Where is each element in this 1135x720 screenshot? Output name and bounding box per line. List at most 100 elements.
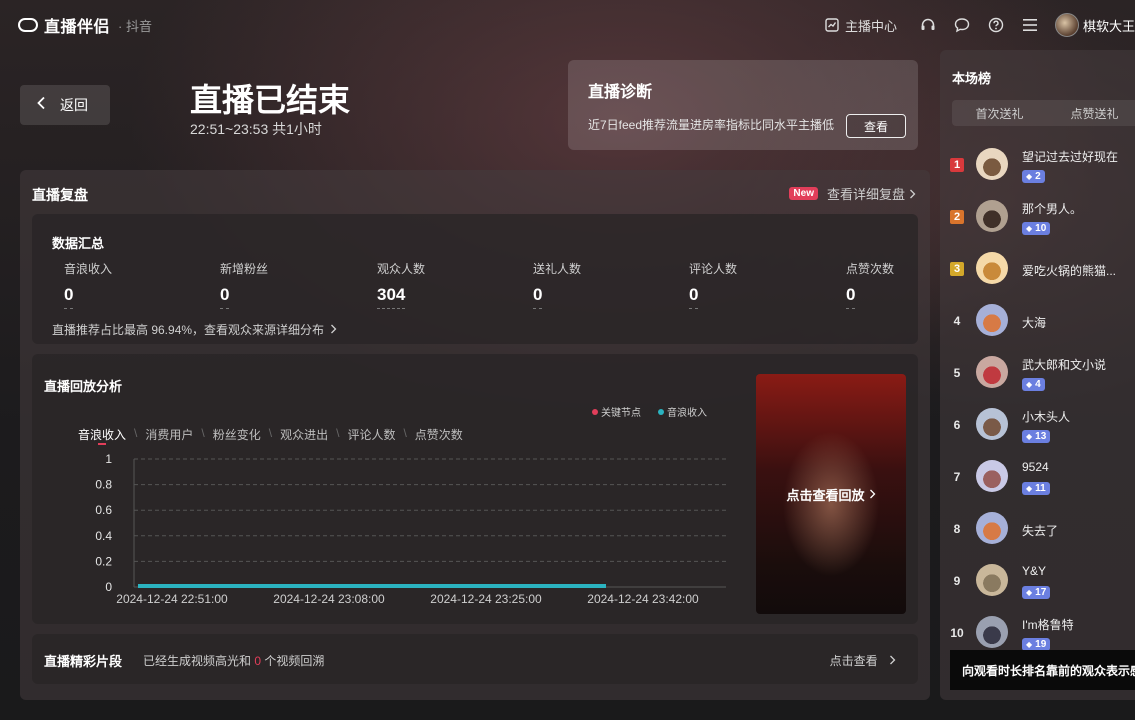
- tab-like-gift[interactable]: 点赞送礼: [1047, 105, 1135, 122]
- rank-user-name[interactable]: 大海: [1022, 314, 1046, 331]
- highlights-desc-pre: 已经生成视频高光和: [143, 654, 252, 668]
- chart-icon: [825, 18, 839, 32]
- rank-user-name[interactable]: 那个男人。: [1022, 200, 1082, 217]
- ranking-row[interactable]: 7 9524 ◆ 11: [950, 456, 1135, 508]
- diamond-icon: ◆: [1026, 484, 1033, 493]
- review-panel: 直播复盘 New 查看详细复盘 数据汇总 音浪收入 0 新增粉丝 0 观众人数 …: [20, 170, 930, 700]
- avatar[interactable]: [976, 512, 1008, 544]
- rank-user-name[interactable]: I'm格鲁特: [1022, 616, 1074, 633]
- ranking-row[interactable]: 3 爱吃火锅的熊猫...: [950, 248, 1135, 300]
- badge-value: 2: [1035, 171, 1041, 182]
- rank-user-name[interactable]: 爱吃火锅的熊猫...: [1022, 262, 1116, 279]
- rank-user-name[interactable]: Y&Y: [1022, 564, 1046, 578]
- metric-value: 0: [64, 285, 74, 309]
- ranking-row[interactable]: 2 那个男人。 ◆ 10: [950, 196, 1135, 248]
- avatar[interactable]: [976, 356, 1008, 388]
- active-tab-indicator: [98, 443, 106, 445]
- avatar[interactable]: [976, 200, 1008, 232]
- rank-user-name[interactable]: 失去了: [1022, 522, 1058, 539]
- badge-value: 13: [1035, 431, 1047, 442]
- legend-dot: [658, 408, 664, 415]
- tab-consumers[interactable]: 消费用户: [145, 426, 193, 443]
- metric-value: 0: [533, 285, 543, 309]
- back-button[interactable]: 返回: [20, 85, 110, 125]
- rank-user-name[interactable]: 武大郎和文小说: [1022, 356, 1106, 373]
- live-time-range: 22:51~23:53 共1小时: [190, 121, 322, 137]
- avatar[interactable]: [976, 148, 1008, 180]
- rank-number: 8: [953, 522, 961, 536]
- ranking-row[interactable]: 9 Y&Y ◆ 17: [950, 560, 1135, 612]
- chevron-right-icon: [330, 324, 337, 334]
- chevron-left-icon: [36, 96, 46, 115]
- avatar[interactable]: [976, 460, 1008, 492]
- user-avatar[interactable]: [1054, 13, 1079, 37]
- badge-value: 19: [1035, 639, 1047, 650]
- highlights-title: 直播精彩片段: [44, 654, 123, 669]
- income-chart[interactable]: 1 0.8 0.6 0.4 0.2 0 2024-12-24 22:51:00 2024-12…: [32, 446, 742, 611]
- tab-separator: \: [201, 426, 205, 440]
- user-name[interactable]: 棋软大王: [1083, 16, 1135, 35]
- avatar[interactable]: [976, 616, 1008, 648]
- ranking-row[interactable]: 6 小木头人 ◆ 13: [950, 404, 1135, 456]
- tab-income[interactable]: 音浪收入: [78, 426, 126, 443]
- chevron-right-icon: [869, 489, 876, 499]
- tab-commenters[interactable]: 评论人数: [347, 426, 395, 443]
- replay-video-thumbnail[interactable]: 点击查看回放: [756, 374, 906, 614]
- avatar[interactable]: [976, 304, 1008, 336]
- new-badge: New: [789, 187, 818, 200]
- host-center-link[interactable]: 主播中心: [825, 16, 897, 35]
- fan-level-badge: ◆ 2: [1022, 170, 1045, 183]
- tab-likes[interactable]: 点赞次数: [415, 426, 463, 443]
- metric-commenters[interactable]: 评论人数 0: [689, 260, 737, 309]
- metric-income[interactable]: 音浪收入 0: [64, 260, 112, 309]
- help-icon[interactable]: [987, 16, 1005, 34]
- metric-likes[interactable]: 点赞次数 0: [846, 260, 894, 309]
- tab-viewer-flow[interactable]: 观众进出: [280, 426, 328, 443]
- chat-bubble-icon[interactable]: [953, 16, 971, 34]
- top-right-controls: 主播中心 棋软大王: [825, 0, 1135, 50]
- metric-viewers[interactable]: 观众人数 304: [377, 260, 425, 309]
- ranking-row[interactable]: 4 大海: [950, 300, 1135, 352]
- viewer-source-link[interactable]: 直播推荐占比最高 96.94%，查看观众来源详细分布: [52, 321, 337, 338]
- badge-value: 11: [1035, 483, 1046, 494]
- tab-separator: \: [336, 426, 340, 440]
- diamond-icon: ◆: [1026, 588, 1033, 597]
- tab-fans[interactable]: 粉丝变化: [213, 426, 261, 443]
- detailed-review-link[interactable]: New 查看详细复盘: [789, 184, 916, 203]
- data-summary-card: 数据汇总 音浪收入 0 新增粉丝 0 观众人数 304 送礼人数 0 评论人数 …: [32, 214, 918, 344]
- metric-new-fans[interactable]: 新增粉丝 0: [220, 260, 268, 309]
- logo-icon: [18, 18, 38, 32]
- badge-value: 17: [1035, 587, 1047, 598]
- legend-key-node: 关键节点: [592, 404, 641, 419]
- diagnosis-card: 直播诊断 近7日feed推荐流量进房率指标比同水平主播低 查看: [568, 60, 918, 150]
- menu-icon[interactable]: [1021, 16, 1039, 34]
- rank-number: 5: [953, 366, 961, 380]
- metric-value: 304: [377, 285, 406, 309]
- rank-user-name[interactable]: 9524: [1022, 460, 1049, 474]
- avatar[interactable]: [976, 564, 1008, 596]
- diamond-icon: ◆: [1026, 640, 1033, 649]
- app-platform: · 抖音: [118, 18, 152, 34]
- metric-label: 新增粉丝: [220, 262, 269, 276]
- diagnosis-view-button[interactable]: 查看: [846, 114, 906, 138]
- ranking-row[interactable]: 8 失去了: [950, 508, 1135, 560]
- metric-gifters[interactable]: 送礼人数 0: [533, 260, 581, 309]
- highlights-view-link[interactable]: 点击查看: [830, 652, 896, 669]
- tab-separator: \: [403, 426, 407, 440]
- ranking-row[interactable]: 1 望记过去过好现在 ◆ 2: [950, 144, 1135, 196]
- ranking-row[interactable]: 5 武大郎和文小说 ◆ 4: [950, 352, 1135, 404]
- avatar[interactable]: [976, 408, 1008, 440]
- diamond-icon: ◆: [1026, 432, 1033, 441]
- headset-icon[interactable]: [919, 16, 937, 34]
- rank-user-name[interactable]: 望记过去过好现在: [1022, 148, 1118, 165]
- fan-level-badge: ◆ 10: [1022, 222, 1051, 235]
- metric-label: 点赞次数: [846, 262, 895, 276]
- y-tick-label: 0.4: [95, 529, 112, 543]
- tab-separator: \: [134, 426, 138, 440]
- y-tick-label: 0.8: [95, 478, 112, 492]
- ranking-tooltip: 向观看时长排名靠前的观众表示感谢: [950, 650, 1135, 690]
- avatar[interactable]: [976, 252, 1008, 284]
- tab-first-gift[interactable]: 首次送礼: [952, 105, 1047, 122]
- host-center-label: 主播中心: [844, 18, 897, 34]
- rank-user-name[interactable]: 小木头人: [1022, 408, 1070, 425]
